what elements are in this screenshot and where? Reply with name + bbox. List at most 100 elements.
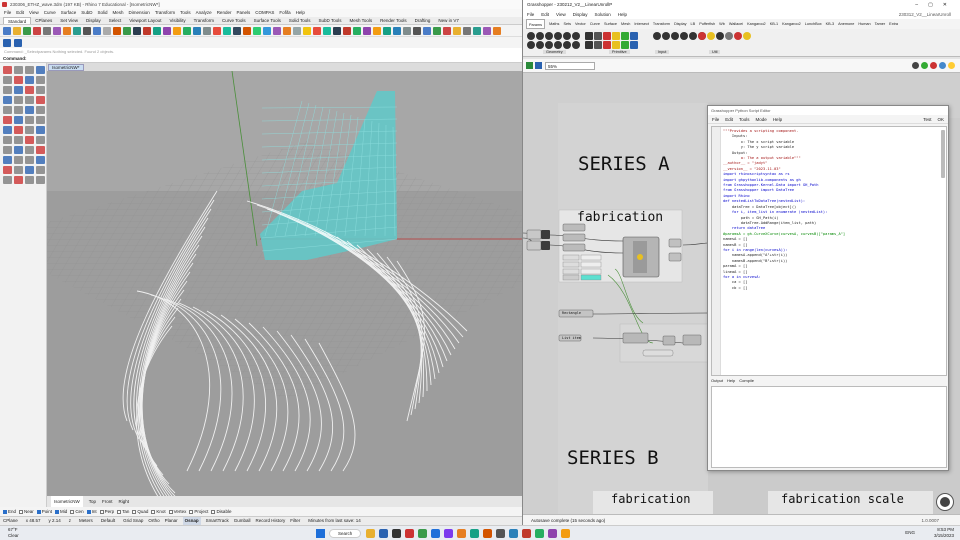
- toolbar-tool-icon[interactable]: [63, 27, 71, 35]
- window-controls[interactable]: –▢✕: [915, 0, 957, 10]
- gh-tab-mesh[interactable]: Mesh: [621, 19, 630, 29]
- viewport-tab-front[interactable]: Front: [102, 496, 113, 507]
- toolbar-tool-icon[interactable]: [393, 27, 401, 35]
- taskbar-app-icon[interactable]: [366, 529, 375, 538]
- gh-tab-display[interactable]: Display: [674, 19, 686, 29]
- osnap-checkbox[interactable]: [189, 509, 194, 514]
- component-button-icon[interactable]: [680, 32, 688, 40]
- gh-tab-kb-3[interactable]: KB-3: [826, 19, 834, 29]
- command-line[interactable]: Command:: [0, 55, 522, 63]
- open-file-icon[interactable]: [526, 62, 533, 69]
- rhino-menu-edit[interactable]: Edit: [16, 9, 24, 17]
- osnap-cen[interactable]: Cen: [70, 509, 84, 514]
- component-button-icon[interactable]: [563, 32, 571, 40]
- component-button-icon[interactable]: [603, 41, 611, 49]
- gh-menu-display[interactable]: Display: [573, 10, 588, 19]
- taskbar-app-icon[interactable]: [392, 529, 401, 538]
- taskbar-app-icon[interactable]: [496, 529, 505, 538]
- language-indicator[interactable]: ENG: [905, 530, 915, 535]
- toolbar-tool-icon[interactable]: [173, 27, 181, 35]
- sidebar-tool-icon[interactable]: [36, 76, 45, 84]
- taskbar-app-icon[interactable]: [444, 529, 453, 538]
- status-toggle-planar[interactable]: Planar: [165, 517, 178, 525]
- sidebar-tool-icon[interactable]: [14, 176, 23, 184]
- gh-tab-intersect[interactable]: Intersect: [634, 19, 649, 29]
- toolbar-tool-icon[interactable]: [13, 27, 21, 35]
- component-button-icon[interactable]: [612, 41, 620, 49]
- toolbar-tool-icon[interactable]: [223, 27, 231, 35]
- rhino-menu-compas[interactable]: COMPAS: [255, 9, 274, 17]
- toolbar-tool-icon[interactable]: [143, 27, 151, 35]
- status-layer[interactable]: Default: [101, 517, 115, 525]
- taskbar-app-icon[interactable]: [457, 529, 466, 538]
- rhino-tab-visibility[interactable]: Visibility: [165, 17, 189, 24]
- rhino-menu-mesh[interactable]: Mesh: [113, 9, 124, 17]
- gh-tab-lunchbox[interactable]: LunchBox: [805, 19, 822, 29]
- sidebar-tool-icon[interactable]: [25, 176, 34, 184]
- viewport-tab-top[interactable]: Top: [89, 496, 96, 507]
- toolbar-tool-icon[interactable]: [473, 27, 481, 35]
- rhino-tab-new-in-v7[interactable]: New in V7: [434, 17, 463, 24]
- taskbar-app-icon[interactable]: [535, 529, 544, 538]
- toolbar-tool-icon[interactable]: [183, 27, 191, 35]
- gh-tab-kangaroo2[interactable]: Kangaroo2: [782, 19, 801, 29]
- osnap-checkbox[interactable]: [168, 509, 173, 514]
- rhino-menu-dimension[interactable]: Dimension: [129, 9, 150, 17]
- sidebar-tool-icon[interactable]: [3, 146, 12, 154]
- osnap-checkbox[interactable]: [19, 509, 24, 514]
- sidebar-tool-icon[interactable]: [3, 156, 12, 164]
- sidebar-tool-icon[interactable]: [14, 166, 23, 174]
- rhino-menu-render[interactable]: Render: [217, 9, 232, 17]
- rhino-tab-standard[interactable]: Standard: [3, 17, 32, 24]
- toolbar-tool-icon[interactable]: [43, 27, 51, 35]
- osnap-project[interactable]: Project: [189, 509, 208, 514]
- sidebar-tool-icon[interactable]: [14, 126, 23, 134]
- sidebar-tool-icon[interactable]: [25, 116, 34, 124]
- osnap-tan[interactable]: Tan: [117, 509, 129, 514]
- status-toggle-gumball[interactable]: Gumball: [234, 517, 251, 525]
- component-button-icon[interactable]: [630, 41, 638, 49]
- taskbar-app-icon[interactable]: [483, 529, 492, 538]
- osnap-checkbox[interactable]: [70, 509, 75, 514]
- rhino-menu-help[interactable]: Help: [296, 9, 305, 17]
- sidebar-tool-icon[interactable]: [25, 66, 34, 74]
- taskbar-app-icon[interactable]: [418, 529, 427, 538]
- component-button-icon[interactable]: [743, 32, 751, 40]
- status-toggle-filter[interactable]: Filter: [290, 517, 300, 525]
- toolbar-tool-icon[interactable]: [213, 27, 221, 35]
- osnap-checkbox[interactable]: [151, 509, 156, 514]
- sidebar-tool-icon[interactable]: [14, 106, 23, 114]
- sidebar-tool-icon[interactable]: [25, 156, 34, 164]
- component-button-icon[interactable]: [585, 41, 593, 49]
- sidebar-tool-icon[interactable]: [36, 106, 45, 114]
- viewport-tab-isometricnw[interactable]: IsometricNW: [51, 496, 83, 507]
- status-toggle-grid-snap[interactable]: Grid Snap: [123, 517, 143, 525]
- sidebar-tool-icon[interactable]: [25, 106, 34, 114]
- python-script-editor[interactable]: Grasshopper Python Script Editor File Ed…: [707, 105, 949, 471]
- toolbar-tool-icon[interactable]: [463, 27, 471, 35]
- rhino-menu-subd[interactable]: SubD: [81, 9, 92, 17]
- sidebar-tool-icon[interactable]: [36, 166, 45, 174]
- toolbar-tool-icon[interactable]: [433, 27, 441, 35]
- rhino-menu-view[interactable]: View: [29, 9, 39, 17]
- gh-tab-kangaroo2[interactable]: Kangaroo2: [747, 19, 766, 29]
- toolbar-tool-icon[interactable]: [113, 27, 121, 35]
- component-button-icon[interactable]: [612, 32, 620, 40]
- save-file-icon[interactable]: [535, 62, 542, 69]
- sidebar-tool-icon[interactable]: [3, 76, 12, 84]
- component-button-icon[interactable]: [594, 32, 602, 40]
- osnap-checkbox[interactable]: [117, 509, 122, 514]
- component-button-icon[interactable]: [707, 32, 715, 40]
- taskbar-app-icon[interactable]: [522, 529, 531, 538]
- rhino-tab-drafting[interactable]: Drafting: [411, 17, 435, 24]
- taskbar-app-icon[interactable]: [561, 529, 570, 538]
- toolbar-tool-icon[interactable]: [313, 27, 321, 35]
- sidebar-tool-icon[interactable]: [14, 146, 23, 154]
- gh-tab-tamer[interactable]: Tamer: [875, 19, 886, 29]
- rhino-tab-render-tools[interactable]: Render Tools: [376, 17, 410, 24]
- gh-menu-edit[interactable]: Edit: [541, 10, 549, 19]
- rhino-tab-display[interactable]: Display: [82, 17, 105, 24]
- toolbar-tool-icon[interactable]: [323, 27, 331, 35]
- gh-tab-lb[interactable]: LB: [691, 19, 696, 29]
- component-button-icon[interactable]: [716, 32, 724, 40]
